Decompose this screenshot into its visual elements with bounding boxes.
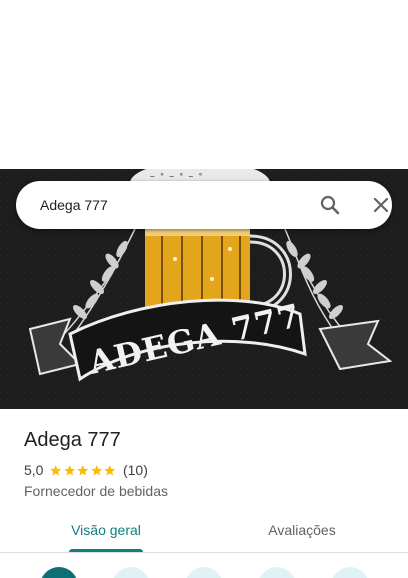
close-icon[interactable]	[369, 193, 393, 217]
rating-row[interactable]: 5,0 (10)	[24, 461, 148, 479]
search-input[interactable]: Adega 777	[40, 195, 108, 215]
search-icon[interactable]	[318, 193, 342, 217]
star-icon	[64, 464, 76, 475]
place-category[interactable]: Fornecedor de bebidas	[24, 482, 168, 500]
star-icon	[91, 464, 103, 475]
tabs-divider	[0, 552, 408, 553]
place-details-page: ~ ° ~ ° ~ ° ADEGA 777 Adega 777 Adega 77…	[0, 0, 408, 578]
send-to-phone-button[interactable]	[258, 567, 296, 578]
directions-button[interactable]	[40, 567, 78, 578]
nearby-button[interactable]	[185, 567, 223, 578]
star-icon	[77, 464, 89, 475]
star-icon	[104, 464, 116, 475]
search-bar[interactable]: Adega 777	[16, 181, 392, 229]
star-icon	[50, 464, 62, 475]
review-count[interactable]: (10)	[123, 462, 148, 478]
tab-overview[interactable]: Visão geral	[69, 519, 143, 553]
tab-reviews[interactable]: Avaliações	[264, 519, 340, 553]
share-button[interactable]	[331, 567, 369, 578]
rating-value: 5,0	[24, 462, 44, 478]
rating-stars	[49, 464, 117, 477]
save-button[interactable]	[112, 567, 150, 578]
svg-text:~ ° ~ ° ~ °: ~ ° ~ ° ~ °	[150, 172, 203, 181]
place-title: Adega 777	[24, 429, 121, 451]
